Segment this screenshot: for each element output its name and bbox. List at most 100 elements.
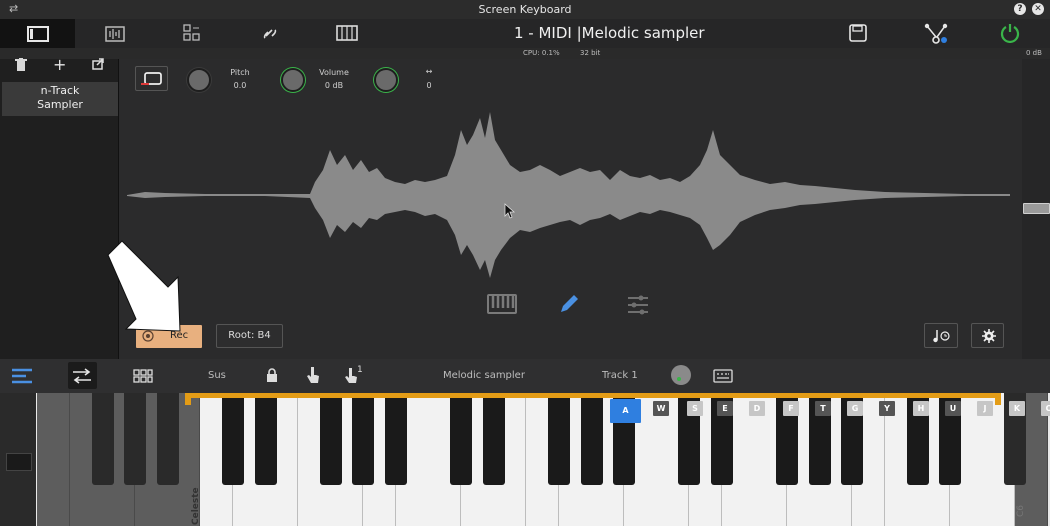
keyboard-scroll-handle[interactable] xyxy=(6,453,32,471)
sustain-label[interactable]: Sus xyxy=(208,370,226,381)
computer-keyboard-icon[interactable] xyxy=(713,369,733,383)
panel-icon xyxy=(27,26,49,42)
note-clock-icon xyxy=(933,330,950,343)
black-key[interactable] xyxy=(157,393,179,485)
plugin-title: 1 - MIDI |Melodic sampler xyxy=(514,24,705,42)
root-label: Root: B4 xyxy=(228,330,271,341)
routing-icon xyxy=(183,24,200,41)
keyboard-range-bar[interactable] xyxy=(185,393,1000,398)
keyboard-toolbar: Sus 1 Melodic sampler Track 1 xyxy=(0,359,1050,393)
black-key[interactable] xyxy=(548,393,570,485)
key-shortcut-label: T xyxy=(815,401,831,416)
black-key[interactable] xyxy=(385,393,407,485)
black-key[interactable] xyxy=(483,393,505,485)
black-key[interactable] xyxy=(352,393,374,485)
volume-slider-track xyxy=(1022,59,1050,359)
power-icon[interactable] xyxy=(1000,23,1020,43)
white-key[interactable] xyxy=(37,393,70,526)
trash-icon[interactable] xyxy=(15,58,27,72)
title-bar: ⇄ Screen Keyboard ? ✕ xyxy=(0,0,1050,19)
save-icon[interactable] xyxy=(849,24,867,42)
waveform-display[interactable] xyxy=(125,110,1015,280)
key-shortcut-label: K xyxy=(1009,401,1025,416)
swap-button[interactable] xyxy=(68,362,97,389)
grid-icon[interactable] xyxy=(133,369,153,383)
black-key[interactable] xyxy=(222,393,244,485)
volume-value: 0 dB xyxy=(324,81,344,90)
plugin-name-line2: Sampler xyxy=(37,98,83,111)
waveform-shape xyxy=(127,112,1010,278)
toolbar: 1 - MIDI |Melodic sampler xyxy=(0,19,1050,48)
list-menu-icon[interactable] xyxy=(11,367,33,385)
key-shortcut-label: O xyxy=(1041,401,1050,416)
instrument-key-label: Celeste xyxy=(191,487,201,525)
tab-routing[interactable] xyxy=(155,19,230,48)
pitch-value: 0.0 xyxy=(233,81,247,90)
pan-knob[interactable] xyxy=(374,68,398,92)
key-shortcut-label: E xyxy=(717,401,733,416)
tab-instrument[interactable] xyxy=(0,19,75,48)
pitch-knob[interactable] xyxy=(187,68,211,92)
waveform-icon xyxy=(105,26,125,42)
tab-link[interactable] xyxy=(232,19,307,48)
key-shortcut-label: A xyxy=(610,399,641,423)
window-title: Screen Keyboard xyxy=(478,3,572,16)
black-key[interactable] xyxy=(581,393,603,485)
pencil-icon[interactable] xyxy=(558,293,580,315)
status-strip: CPU: 0.1% 32 bit 0 dB xyxy=(0,48,1050,59)
lock-icon[interactable] xyxy=(266,368,278,382)
cpu-usage: CPU: 0.1% xyxy=(523,49,560,57)
help-icon[interactable]: ? xyxy=(1014,3,1026,15)
add-plugin-icon[interactable]: + xyxy=(53,55,66,74)
tab-keyboard[interactable] xyxy=(310,19,385,48)
key-shortcut-label: D xyxy=(749,401,765,416)
keyboard-view-icon[interactable] xyxy=(486,293,518,315)
close-icon[interactable]: ✕ xyxy=(1032,3,1044,15)
keyboard-scroll-strip[interactable] xyxy=(0,393,36,526)
piano-keyboard[interactable]: AW SE D F T G Y H U J K O Celeste C6 xyxy=(0,393,1050,526)
root-note-button[interactable]: Root: B4 xyxy=(216,324,283,348)
velocity-knob[interactable] xyxy=(671,365,691,385)
black-key[interactable] xyxy=(124,393,146,485)
mouse-cursor-icon xyxy=(504,203,516,219)
volume-slider-handle[interactable] xyxy=(1023,203,1050,214)
volume-knob[interactable] xyxy=(281,68,305,92)
export-icon[interactable] xyxy=(92,58,104,70)
pitch-label: Pitch xyxy=(230,68,250,77)
single-touch-icon[interactable]: 1 xyxy=(344,364,364,384)
gear-icon xyxy=(982,329,996,343)
key-shortcut-label: Y xyxy=(879,401,895,416)
swap-arrows-icon xyxy=(73,368,91,384)
track-name: Track 1 xyxy=(602,370,638,381)
output-level: 0 dB xyxy=(1026,49,1042,57)
pan-value: 0 xyxy=(426,81,432,90)
black-key[interactable] xyxy=(255,393,277,485)
loop-button[interactable] xyxy=(135,66,168,91)
settings-button[interactable] xyxy=(971,323,1004,348)
key-shortcut-label: S xyxy=(687,401,703,416)
svg-text:1: 1 xyxy=(357,365,363,375)
plugin-item-ntrack-sampler[interactable]: n-Track Sampler xyxy=(2,82,118,116)
key-shortcut-label: H xyxy=(913,401,929,416)
key-shortcut-label: W xyxy=(653,401,669,416)
pan-label: ↔ xyxy=(425,67,433,76)
key-shortcut-label: F xyxy=(783,401,799,416)
routing-graph-icon[interactable] xyxy=(924,22,948,44)
instrument-name: Melodic sampler xyxy=(443,370,525,381)
bit-depth: 32 bit xyxy=(580,49,601,57)
key-shortcut-label: G xyxy=(847,401,863,416)
octave-label: C6 xyxy=(1016,504,1027,518)
black-key[interactable] xyxy=(450,393,472,485)
volume-label: Volume xyxy=(319,68,349,77)
range-end-handle[interactable] xyxy=(995,393,1001,405)
tempo-sync-button[interactable] xyxy=(924,323,958,348)
range-start-handle[interactable] xyxy=(185,393,191,405)
black-key[interactable] xyxy=(320,393,342,485)
arrow-annotation-icon xyxy=(107,240,181,332)
black-key[interactable] xyxy=(92,393,114,485)
link-icon xyxy=(263,29,277,39)
piano-icon xyxy=(336,25,358,41)
sliders-icon[interactable] xyxy=(627,295,649,315)
tab-waveform[interactable] xyxy=(77,19,152,48)
touch-icon[interactable] xyxy=(306,366,320,384)
